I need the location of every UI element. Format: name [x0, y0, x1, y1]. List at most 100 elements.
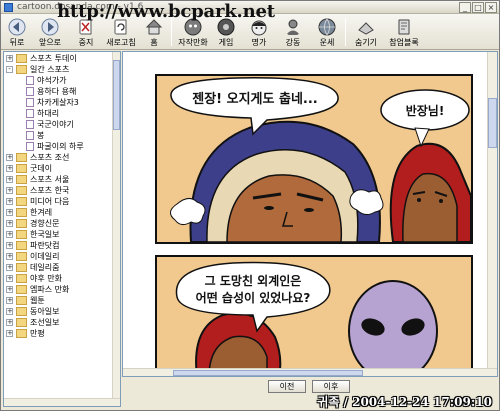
hide-icon [358, 22, 374, 35]
speech-bubble-2: 반장님! [406, 103, 445, 118]
previous-button[interactable]: 이전 [268, 380, 306, 393]
expand-toggle[interactable]: + [6, 286, 13, 293]
close-button[interactable]: × [485, 2, 497, 13]
person-icon [286, 19, 300, 35]
scroll-thumb[interactable] [113, 60, 120, 130]
collapse-toggle[interactable]: - [6, 66, 13, 73]
fortune-button[interactable]: 운세 [313, 16, 341, 48]
folder-icon [16, 318, 27, 327]
forward-arrow-icon [41, 18, 59, 36]
expand-toggle[interactable]: + [6, 231, 13, 238]
forward-button[interactable]: 앞으로 [33, 16, 67, 48]
hide-button[interactable]: 숨기기 [349, 16, 383, 48]
tree-vertical-scrollbar[interactable] [112, 52, 120, 406]
refresh-label: 새로고침 [106, 38, 136, 47]
bookmark-button[interactable]: 참업블록 [385, 16, 423, 48]
folder-icon [16, 230, 27, 239]
home-icon [145, 19, 163, 35]
gangdong-button[interactable]: 강동 [279, 16, 307, 48]
comic-panel-2: 그 도망친 외계인은 어떤 습성이 있었나요? [155, 255, 473, 376]
expand-toggle[interactable]: + [6, 330, 13, 337]
toolbar-separator [171, 18, 172, 46]
maximize-button[interactable]: □ [472, 2, 484, 13]
expand-toggle[interactable]: + [6, 209, 13, 216]
expand-toggle[interactable]: + [6, 198, 13, 205]
expand-toggle[interactable]: + [6, 220, 13, 227]
folder-icon [16, 252, 27, 261]
back-arrow-icon [8, 18, 26, 36]
comic-viewer[interactable]: 젠장! 오지게도 춥네... 반장님! 그 도망친 외계인은 어떤 습성이 있었… [122, 51, 498, 377]
gangdong-label: 강동 [285, 38, 301, 47]
document-icon [26, 142, 34, 151]
back-label: 뒤로 [9, 38, 25, 47]
folder-icon [16, 153, 27, 162]
document-icon [26, 120, 34, 129]
game-label: 게임 [218, 38, 234, 47]
toolbar: 뒤로 앞으로 중지 새로고침 홈 자작만화 게임 명가 강동 운세 숨기기 참업… [1, 14, 499, 50]
toolbar-separator [345, 18, 346, 46]
folder-icon [16, 263, 27, 272]
folder-icon [16, 307, 27, 316]
back-button[interactable]: 뒤로 [3, 16, 31, 48]
hide-label: 숨기기 [354, 38, 378, 47]
category-tree[interactable]: + 스포츠 투데이 - 일간 스포츠 야석가가 용하다 용해 차카게살자3 하대리 … [3, 51, 121, 407]
game-button[interactable]: 게임 [213, 16, 239, 48]
home-label: 홈 [150, 38, 158, 47]
folder-icon [16, 208, 27, 217]
folder-icon [16, 274, 27, 283]
document-icon [26, 87, 34, 96]
expand-toggle[interactable]: + [6, 55, 13, 62]
folder-open-icon [16, 65, 27, 74]
folder-icon [16, 219, 27, 228]
myeongga-label: 명가 [251, 38, 267, 47]
minimize-button[interactable]: _ [459, 2, 471, 13]
app-window: cartoon.dosanda.com - v1.6 http://www.bc… [0, 0, 500, 411]
next-button[interactable]: 이후 [312, 380, 350, 393]
app-icon [4, 3, 13, 12]
expand-toggle[interactable]: + [6, 253, 13, 260]
stop-button[interactable]: 중지 [71, 16, 101, 48]
author-date-stamp: 귀족 / 2004-12-24 17:09:10 [317, 395, 492, 409]
expand-toggle[interactable]: + [6, 165, 13, 172]
speech-bubble-1: 젠장! 오지게도 춥네... [192, 91, 317, 107]
document-icon [26, 109, 34, 118]
document-icon [26, 98, 34, 107]
expand-toggle[interactable]: + [6, 176, 13, 183]
viewer-vertical-scrollbar[interactable] [487, 52, 497, 376]
document-icon [26, 76, 34, 85]
home-button[interactable]: 홈 [141, 16, 167, 48]
cartoon-icon [184, 18, 202, 36]
expand-toggle[interactable]: + [6, 308, 13, 315]
folder-icon [16, 241, 27, 250]
expand-toggle[interactable]: + [6, 154, 13, 161]
tree-horizontal-scrollbar[interactable] [4, 398, 120, 406]
expand-toggle[interactable]: + [6, 297, 13, 304]
cartoon-button[interactable]: 자작만화 [175, 16, 211, 48]
bookmark-label: 참업블록 [389, 38, 419, 47]
stop-icon [79, 19, 92, 35]
comic-panel-1: 젠장! 오지게도 춥네... 반장님! [155, 74, 473, 244]
refresh-button[interactable]: 새로고침 [103, 16, 139, 48]
folder-icon [16, 197, 27, 206]
title-bar: cartoon.dosanda.com - v1.6 http://www.bc… [1, 1, 499, 22]
expand-toggle[interactable]: + [6, 242, 13, 249]
expand-toggle[interactable]: + [6, 275, 13, 282]
expand-toggle[interactable]: + [6, 319, 13, 326]
book-icon [398, 19, 410, 35]
viewer-horizontal-scrollbar[interactable] [123, 368, 497, 376]
folder-icon [16, 296, 27, 305]
face-icon [251, 20, 267, 36]
window-title: cartoon.dosanda.com - v1.6 [17, 2, 144, 12]
myeongga-button[interactable]: 명가 [245, 16, 273, 48]
scroll-thumb[interactable] [488, 98, 497, 148]
scroll-thumb[interactable] [173, 370, 363, 376]
expand-toggle[interactable]: + [6, 187, 13, 194]
folder-icon [16, 175, 27, 184]
forward-label: 앞으로 [38, 38, 62, 47]
speech-bubble-3-line-2: 어떤 습성이 있었나요? [196, 290, 311, 305]
expand-toggle[interactable]: + [6, 264, 13, 271]
cartoon-label: 자작만화 [178, 38, 208, 47]
game-icon [217, 18, 235, 36]
folder-icon [16, 329, 27, 338]
document-icon [26, 131, 34, 140]
